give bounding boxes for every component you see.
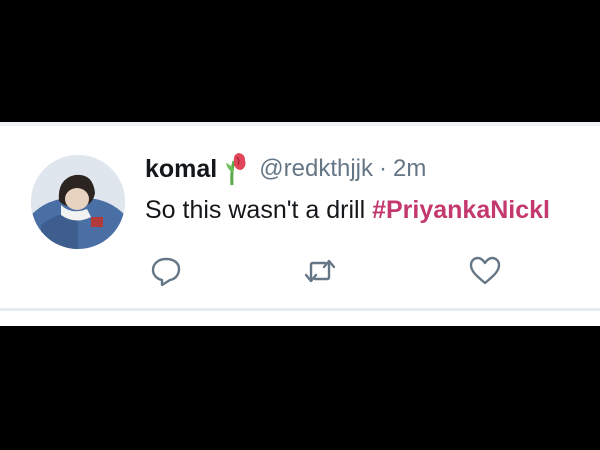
retweet-button[interactable] (303, 254, 337, 288)
like-button[interactable] (468, 254, 502, 288)
tweet-card[interactable]: komal @redkthjjk · 2m So this wasn't a d… (0, 122, 600, 326)
reply-button[interactable] (149, 254, 183, 288)
divider-bottom (0, 308, 600, 311)
tweet-actions (0, 254, 600, 294)
hashtag-link[interactable]: #PriyankaNickl (372, 196, 550, 224)
user-handle[interactable]: @redkthjjk (259, 155, 373, 183)
avatar-image (31, 155, 125, 249)
retweet-icon (304, 259, 336, 283)
tweet-timestamp[interactable]: 2m (393, 155, 426, 183)
tweet-text: So this wasn't a drill #PriyankaNickl (145, 196, 600, 225)
heart-icon (469, 256, 501, 285)
avatar[interactable] (31, 155, 125, 249)
divider-top (0, 122, 600, 126)
display-name[interactable]: komal (145, 155, 217, 184)
wilted-rose-icon (225, 151, 251, 187)
tweet-header: komal @redkthjjk · 2m (145, 152, 426, 186)
reply-icon (151, 257, 181, 287)
meta-separator: · (379, 155, 387, 182)
letterbox-top (0, 0, 600, 122)
tweet-body: So this wasn't a drill (145, 196, 373, 224)
letterbox-bottom (0, 326, 600, 450)
